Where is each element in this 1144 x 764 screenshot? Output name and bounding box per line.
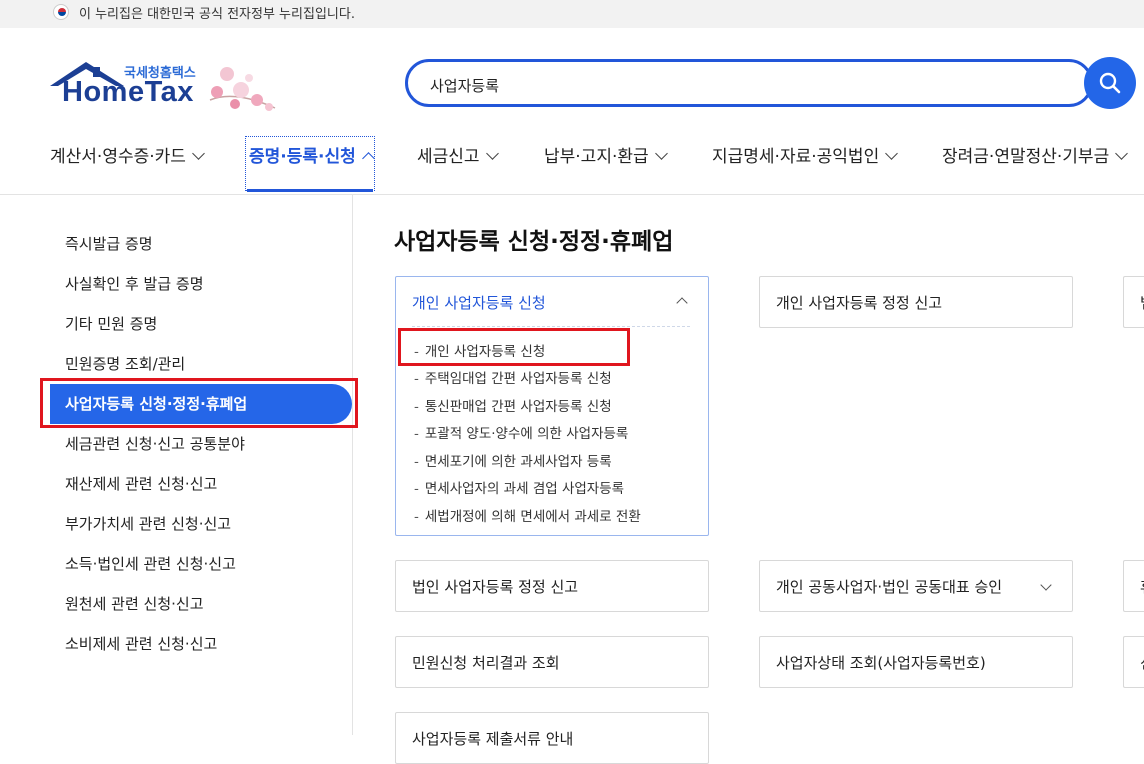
card-cutoff[interactable]: 법 (1123, 276, 1144, 328)
search-button[interactable] (1084, 57, 1136, 109)
gnb-label: 계산서·영수증·카드 (50, 147, 186, 167)
gnb-item-tax-report[interactable]: 세금신고 (417, 142, 499, 172)
sub-item-red-highlight (398, 328, 630, 366)
main-nav: 계산서·영수증·카드 증명·등록·신청 세금신고 납부·고지·환급 지급명세·자… (0, 130, 1144, 195)
gov-banner-text[interactable]: 이 누리집은 대한민국 공식 전자정부 누리집입니다. (79, 3, 355, 22)
search-box (405, 59, 1093, 107)
chevron-down-icon (192, 147, 205, 160)
gnb-active-underline (247, 189, 373, 192)
page-title: 사업자등록 신청·정정·휴폐업 (394, 229, 674, 255)
card-label: 사업자등록 제출서류 안내 (412, 730, 574, 748)
card-label: 법인 사업자등록 정정 신고 (412, 578, 579, 596)
sidebar-item-income-corporate[interactable]: 소득·법인세 관련 신청·신고 (65, 553, 236, 574)
sub-item-tax-conversion[interactable]: - 세법개정에 의해 면세에서 과세로 전환 (414, 505, 641, 525)
sidebar-red-highlight (40, 378, 358, 428)
gnb-focus-outline (245, 136, 375, 191)
sidebar-item-consumption-tax[interactable]: 소비제세 관련 신청·신고 (65, 633, 217, 654)
card-label: 법 (1140, 292, 1144, 313)
chevron-down-icon (654, 147, 668, 160)
card-individual-registration: 개인 사업자등록 신청 - 개인 사업자등록 신청 - 주택임대업 간편 사업자등록… (395, 276, 709, 536)
card-label: 휴 (1140, 576, 1144, 597)
gnb-item-invoice[interactable]: 계산서·영수증·카드 (50, 142, 205, 172)
card-business-status[interactable]: 사업자상태 조회(사업자등록번호) (759, 636, 1073, 688)
korea-flag-icon (53, 4, 69, 20)
gnb-label: 납부·고지·환급 (544, 147, 649, 167)
card-cutoff[interactable]: 신 (1123, 636, 1144, 688)
chevron-down-icon (1040, 579, 1052, 591)
card-label: 개인 사업자등록 정정 신고 (776, 294, 943, 312)
card-label: 민원신청 처리결과 조회 (412, 654, 560, 672)
chevron-down-icon (1115, 147, 1129, 160)
sub-item-housing-rental[interactable]: - 주택임대업 간편 사업자등록 신청 (414, 367, 612, 387)
divider (412, 326, 690, 327)
sub-item-mail-order[interactable]: - 통신판매업 간편 사업자등록 신청 (414, 395, 612, 415)
card-joint-business[interactable]: 개인 공동사업자·법인 공동대표 승인 (759, 560, 1073, 612)
sidebar-item-common-tax[interactable]: 세금관련 신청·신고 공통분야 (65, 433, 245, 454)
card-application-result[interactable]: 민원신청 처리결과 조회 (395, 636, 709, 688)
card-corporate-correction[interactable]: 법인 사업자등록 정정 신고 (395, 560, 709, 612)
search-input[interactable] (428, 72, 1032, 98)
sidebar-item-verified-cert[interactable]: 사실확인 후 발급 증명 (65, 273, 204, 294)
card-label[interactable]: 개인 사업자등록 신청 (412, 292, 546, 313)
card-required-documents[interactable]: 사업자등록 제출서류 안내 (395, 712, 709, 764)
sub-item-tax-exemption-waiver[interactable]: - 면세포기에 의한 과세사업자 등록 (414, 450, 612, 470)
card-cutoff[interactable]: 휴 (1123, 560, 1144, 612)
card-label: 사업자상태 조회(사업자등록번호) (776, 654, 986, 672)
gnb-label: 지급명세·자료·공익법인 (712, 147, 880, 167)
gnb-item-payment[interactable]: 납부·고지·환급 (544, 142, 668, 172)
hometax-logo[interactable]: 국세청홈택스 HomeTax (50, 60, 290, 115)
gnb-item-statement[interactable]: 지급명세·자료·공익법인 (712, 142, 899, 172)
sidebar-item-instant-cert[interactable]: 즉시발급 증명 (65, 233, 153, 254)
sidebar-item-other-cert[interactable]: 기타 민원 증명 (65, 313, 157, 334)
chevron-up-icon[interactable] (676, 297, 688, 309)
card-individual-correction[interactable]: 개인 사업자등록 정정 신고 (759, 276, 1073, 328)
sidebar-item-vat[interactable]: 부가가치세 관련 신청·신고 (65, 513, 231, 534)
sidebar-item-property-tax[interactable]: 재산제세 관련 신청·신고 (65, 473, 217, 494)
chevron-down-icon (885, 147, 899, 160)
sidebar-item-withholding[interactable]: 원천세 관련 신청·신고 (65, 593, 204, 614)
sidebar-item-cert-manage[interactable]: 민원증명 조회/관리 (65, 353, 185, 374)
gnb-label: 장려금·연말정산·기부금 (942, 147, 1110, 167)
card-label: 개인 공동사업자·법인 공동대표 승인 (776, 578, 1003, 596)
sub-item-comprehensive-transfer[interactable]: - 포괄적 양도·양수에 의한 사업자등록 (414, 422, 628, 442)
gnb-label: 세금신고 (417, 147, 480, 167)
card-label: 신 (1140, 652, 1144, 673)
gov-banner: 이 누리집은 대한민국 공식 전자정부 누리집입니다. (0, 0, 1144, 28)
logo-english-text: HomeTax (62, 76, 194, 108)
sub-item-dual-business[interactable]: - 면세사업자의 과세 겸업 사업자등록 (414, 477, 624, 497)
sidebar: 즉시발급 증명 사실확인 후 발급 증명 기타 민원 증명 민원증명 조회/관리… (0, 194, 353, 735)
search-icon (1099, 72, 1121, 94)
gnb-item-incentive[interactable]: 장려금·연말정산·기부금 (942, 142, 1129, 172)
chevron-down-icon (485, 147, 499, 160)
cherry-blossom-icon (209, 67, 276, 111)
